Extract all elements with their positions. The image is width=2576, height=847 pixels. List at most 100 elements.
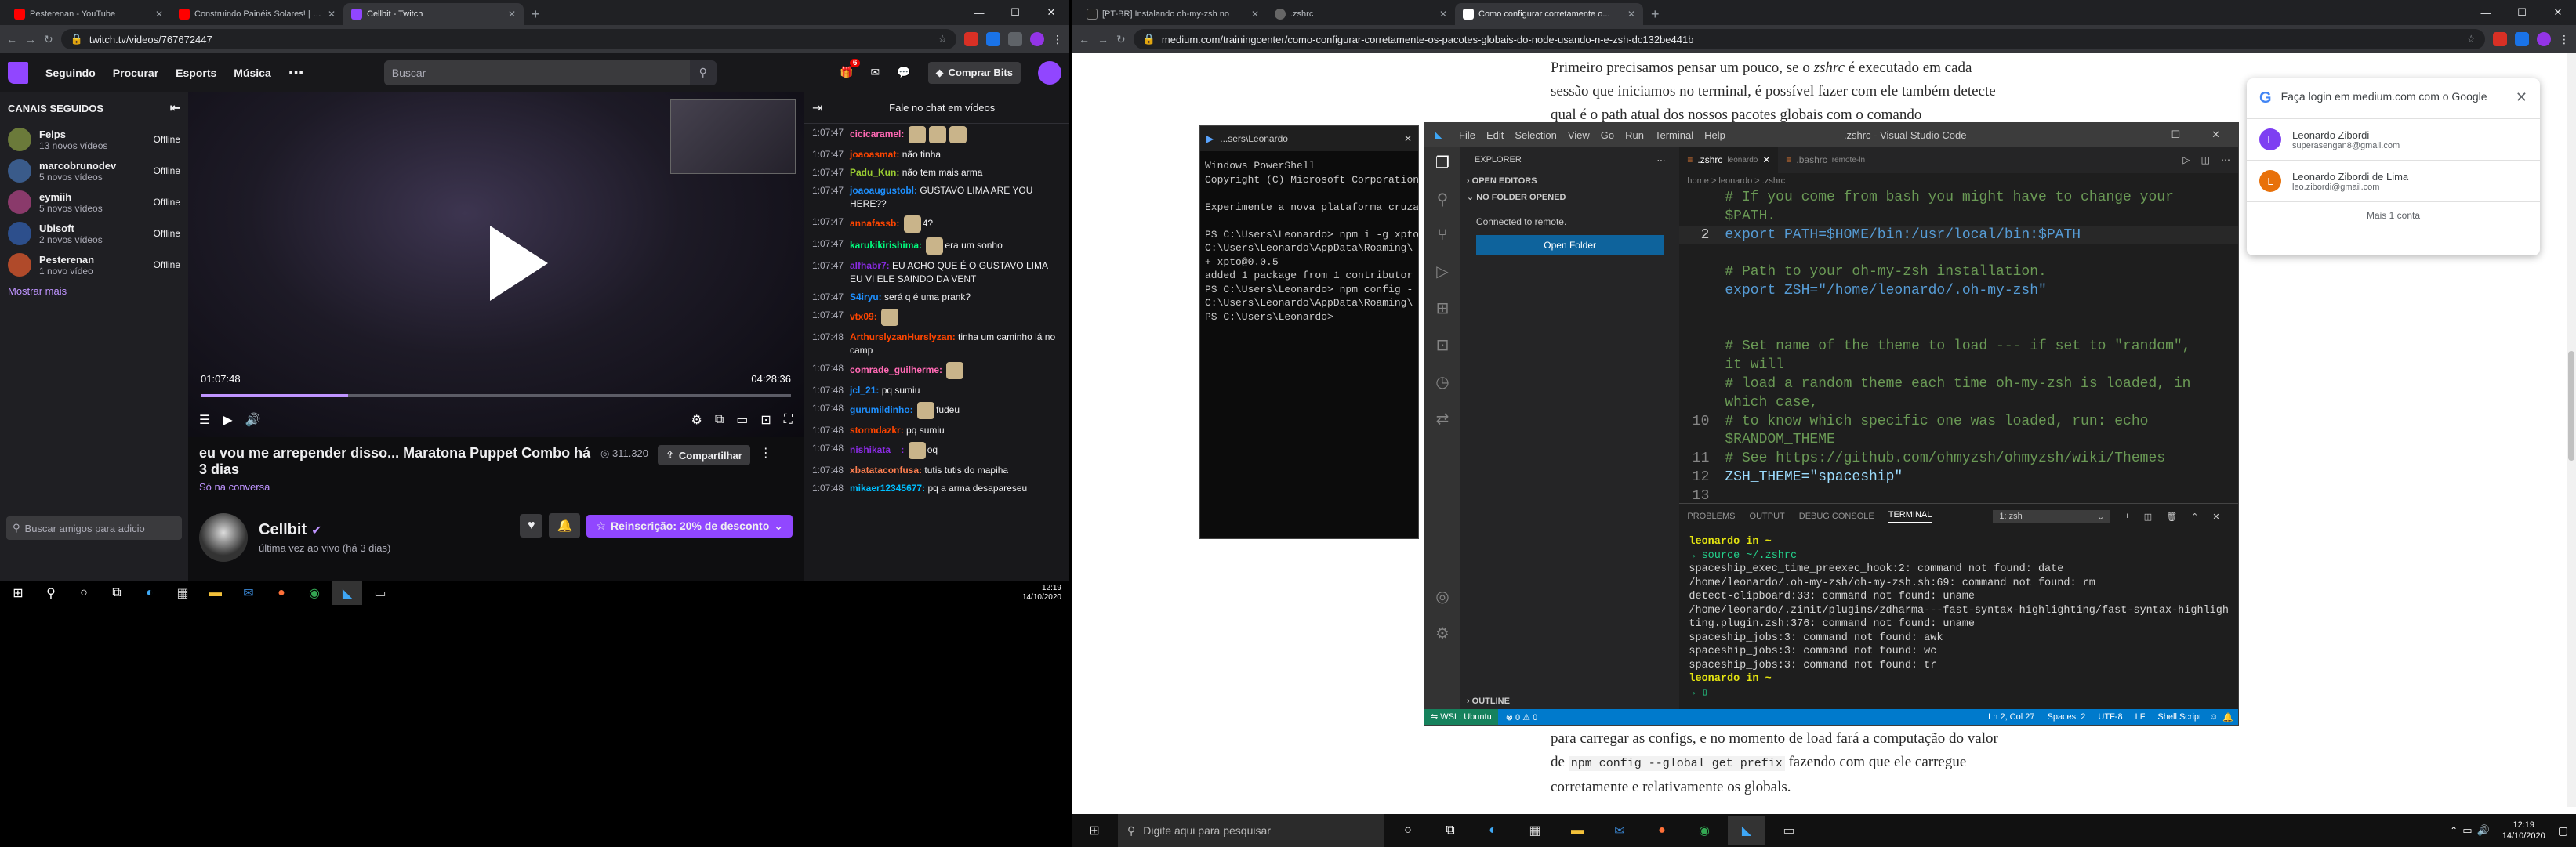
status-item[interactable]: Shell Script	[2157, 712, 2201, 722]
open-folder-button[interactable]: Open Folder	[1475, 235, 1664, 255]
maximize-panel-icon[interactable]: ⌃	[2191, 512, 2198, 522]
status-item[interactable]: UTF-8	[2098, 712, 2122, 722]
store-icon[interactable]: ▦	[1516, 816, 1554, 845]
fullscreen-icon[interactable]: ⛶	[784, 413, 793, 427]
reload-icon[interactable]: ↻	[44, 33, 53, 46]
explorer-icon[interactable]: ▬	[1558, 816, 1596, 845]
close-icon[interactable]: ✕	[1627, 9, 1635, 20]
back-icon[interactable]: ←	[6, 33, 17, 45]
action-center-icon[interactable]: ▢	[2558, 824, 2576, 838]
tab-youtube[interactable]: Pesterenan - YouTube ✕	[6, 3, 171, 25]
firefox-icon[interactable]: ●	[267, 581, 296, 605]
maximize-icon[interactable]: ☐	[2504, 0, 2540, 25]
forward-icon[interactable]: →	[1098, 33, 1108, 45]
maximize-icon[interactable]: ☐	[997, 0, 1033, 25]
menu-item[interactable]: Edit	[1481, 129, 1509, 141]
source-control-icon[interactable]: ⑂	[1438, 226, 1447, 244]
extension-icon[interactable]	[1008, 32, 1022, 46]
firefox-icon[interactable]: ●	[1643, 816, 1681, 845]
tab-zshrc[interactable]: .zshrc ✕	[1267, 3, 1455, 25]
menu-icon[interactable]: ⋮	[2559, 33, 2570, 46]
play-small-icon[interactable]: ▶	[223, 412, 232, 428]
star-icon[interactable]: ☆	[2466, 33, 2476, 45]
chat-username[interactable]: vtx09:	[850, 311, 877, 322]
breadcrumb[interactable]: home > leonardo > .zshrc	[1679, 173, 2238, 189]
chat-username[interactable]: joaoaugustobl:	[850, 185, 917, 196]
remote-explorer-icon[interactable]: ⊡	[1436, 335, 1449, 355]
tab-debug-console[interactable]: DEBUG CONSOLE	[1799, 512, 1874, 521]
forward-icon[interactable]: →	[25, 33, 36, 45]
task-view-icon[interactable]: ⧉	[1431, 816, 1469, 845]
feedback-icon[interactable]: ☺	[2209, 712, 2222, 722]
open-editors-section[interactable]: › OPEN EDITORS	[1460, 173, 1679, 189]
edge-icon[interactable]: ◐	[135, 581, 165, 605]
maximize-icon[interactable]: ☐	[2165, 128, 2186, 141]
chat-username[interactable]: nishikata__:	[850, 444, 904, 455]
minimize-icon[interactable]: —	[2468, 0, 2504, 25]
close-icon[interactable]: ✕	[1439, 9, 1447, 20]
extension-icon[interactable]	[2515, 32, 2529, 46]
tab-bashrc-editor[interactable]: ≡ .bashrc remote-ln	[1778, 147, 1873, 173]
friends-search-input[interactable]: ⚲ Buscar amigos para adicio	[6, 516, 182, 540]
store-icon[interactable]: ▦	[168, 581, 198, 605]
windows-start-icon[interactable]: ⊞	[1076, 816, 1113, 845]
close-window-icon[interactable]: ✕	[2206, 128, 2226, 141]
settings-icon[interactable]: ⚙	[691, 412, 702, 428]
buy-bits-button[interactable]: ◆ Comprar Bits	[927, 61, 1021, 84]
game-link[interactable]: Só na conversa	[199, 481, 793, 493]
close-icon[interactable]: ✕	[1404, 133, 1412, 144]
debug-icon[interactable]: ▷	[1436, 262, 1448, 281]
more-icon[interactable]: ⋯	[1656, 155, 1665, 165]
chat-username[interactable]: cicicaramel:	[850, 128, 904, 139]
page-scrollbar[interactable]	[2567, 53, 2576, 807]
search-icon[interactable]: ⚲	[689, 60, 717, 85]
volume-icon[interactable]: 🔊	[245, 412, 261, 428]
notifications-icon[interactable]: 🎁 6	[840, 59, 861, 79]
reload-icon[interactable]: ↻	[1116, 33, 1126, 46]
more-accounts-link[interactable]: Mais 1 conta	[2247, 202, 2540, 229]
clip-icon[interactable]: ⧉	[715, 413, 724, 427]
chat-username[interactable]: jcl_21:	[850, 385, 879, 396]
more-icon[interactable]: ⋯	[288, 63, 304, 82]
notify-button[interactable]: 🔔	[549, 513, 581, 538]
close-icon[interactable]: ✕	[2516, 89, 2527, 106]
new-tab-icon[interactable]: +	[1651, 6, 1660, 23]
network-icon[interactable]: ▭	[2462, 824, 2472, 837]
tray-chevron-icon[interactable]: ⌃	[2450, 825, 2458, 836]
minimize-icon[interactable]: —	[2124, 129, 2145, 141]
chat-username[interactable]: xbatataconfusa:	[850, 465, 922, 476]
channel-avatar[interactable]	[199, 513, 248, 562]
chat-username[interactable]: gurumildinho:	[850, 404, 913, 415]
extension-icon[interactable]	[964, 32, 978, 46]
trash-icon[interactable]: 🗑	[2166, 512, 2177, 522]
menu-item[interactable]: Go	[1595, 129, 1620, 141]
run-icon[interactable]: ▷	[2182, 154, 2190, 165]
channel-name[interactable]: Cellbit	[259, 521, 307, 539]
powershell-tab[interactable]: ...sers\Leonardo	[1220, 133, 1288, 144]
explorer-icon[interactable]: ❐	[1435, 153, 1449, 172]
menu-item[interactable]: Terminal	[1649, 129, 1699, 141]
pip-icon[interactable]: ⊡	[760, 412, 771, 428]
volume-icon[interactable]: 🔊	[2477, 824, 2490, 837]
inbox-icon[interactable]: ✉	[870, 66, 880, 79]
collapse-icon[interactable]: ⇤	[170, 100, 180, 116]
extension-icon[interactable]	[986, 32, 1000, 46]
windows-start-icon[interactable]: ⊞	[3, 581, 33, 605]
no-folder-section[interactable]: ⌄ NO FOLDER OPENED	[1460, 189, 1679, 205]
channel-item[interactable]: Pesterenan 1 novo vídeo Offline	[0, 249, 188, 281]
video-seek-bar[interactable]	[201, 394, 791, 397]
terminal-output[interactable]: leonardo in ~ → source ~/.zshrc spaceship_…	[1679, 529, 2238, 706]
channel-item[interactable]: Ubisoft 2 novos vídeos Offline	[0, 218, 188, 249]
mail-icon[interactable]: ✉	[234, 581, 263, 605]
menu-item[interactable]: File	[1453, 129, 1481, 141]
twitch-logo-icon[interactable]	[8, 61, 28, 84]
taskbar-search[interactable]: ⚲ Digite aqui para pesquisar	[1118, 814, 1384, 847]
whispers-icon[interactable]: 💬	[897, 66, 910, 79]
more-options-icon[interactable]: ⋮	[760, 445, 772, 461]
share-button[interactable]: ⇪ Compartilhar	[658, 445, 750, 465]
chrome-icon[interactable]: ◉	[299, 581, 329, 605]
profile-avatar[interactable]	[2537, 32, 2551, 46]
tab-zshrc-editor[interactable]: ≡ .zshrc leonardo ✕	[1679, 147, 1779, 173]
terminal-select[interactable]: 1: zsh ⌄	[1993, 509, 2111, 523]
close-window-icon[interactable]: ✕	[1033, 0, 1069, 25]
